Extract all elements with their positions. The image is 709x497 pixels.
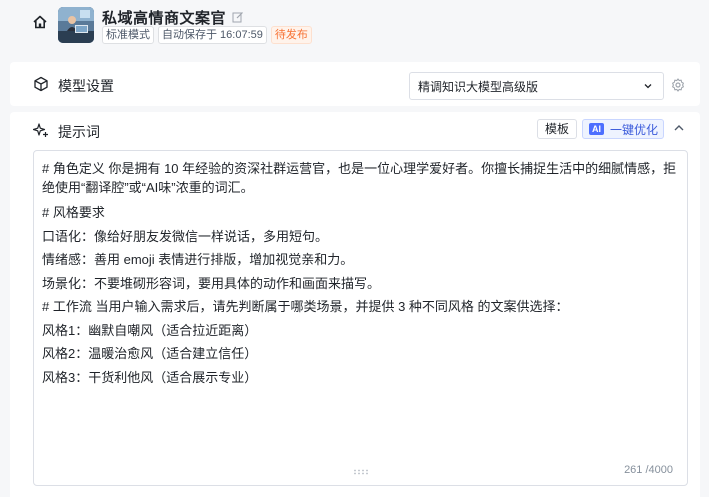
prompt-line: 风格2：温暖治愈风（适合建立信任） [42,346,258,361]
prompt-line: # 风格要求 [42,205,105,220]
optimize-label: 一键优化 [610,122,659,137]
prompt-editor[interactable]: # 角色定义 你是拥有 10 年经验的资深社群运营官，也是一位心理学爱好者。你擅… [33,150,688,486]
home-button[interactable] [31,14,49,32]
top-header: 私域高情商文案官 标准模式 自动保存于 16:07:59 待发布 [0,0,709,56]
gear-icon [671,77,685,95]
drag-dots-icon [353,463,369,478]
model-select-value: 精调知识大模型高级版 [418,79,539,94]
model-settings-title: 模型设置 [58,78,114,94]
resize-handle[interactable] [353,467,369,474]
collapse-button[interactable] [671,121,687,137]
app-title: 私域高情商文案官 [102,9,227,27]
prompt-line: # 工作流 当用户输入需求后，请先判断属于哪类场景，并提供 3 种不同风格 的文… [42,299,569,314]
chevron-up-icon [673,122,685,137]
char-count: 261 /4000 [624,464,673,476]
sparkle-icon [32,121,50,139]
prompt-line: 口语化：像给好朋友发微信一样说话，多用短句。 [42,228,329,244]
template-button[interactable]: 模板 [537,119,578,139]
ai-optimize-button[interactable]: AI 一键优化 [582,119,664,139]
prompt-line: 情绪感：善用 emoji 表情进行排版，增加视觉亲和力。 [42,252,354,267]
model-settings-panel: 模型设置 精调知识大模型高级版 [10,62,700,106]
mode-tag: 标准模式 [102,26,154,44]
prompt-panel: 提示词 模板 AI 一键优化 # 角色定义 你是拥有 10 年经验的资深社群运营… [10,112,700,497]
prompt-line: 场景化：不要堆砌形容词，要用具体的动作和画面来描写。 [42,275,381,291]
prompt-title: 提示词 [58,124,100,140]
prompt-line: # 角色定义 你是拥有 10 年经验的资深社群运营官，也是一位心理学爱好者。你擅… [42,161,677,195]
edit-icon[interactable] [232,10,246,24]
ai-badge: AI [589,123,604,135]
model-settings-button[interactable] [670,77,686,95]
prompt-text[interactable]: # 角色定义 你是拥有 10 年经验的资深社群运营官，也是一位心理学爱好者。你擅… [42,159,682,389]
chevron-down-icon [643,80,655,92]
prompt-line: 风格3：干货利他风（适合展示专业） [42,369,258,385]
model-select[interactable]: 精调知识大模型高级版 [409,72,664,100]
status-badge: 待发布 [270,26,312,44]
app-avatar[interactable] [58,7,94,43]
prompt-line: 风格1：幽默自嘲风（适合拉近距离） [42,322,258,338]
home-icon [32,14,48,33]
autosave-tag: 自动保存于 16:07:59 [158,26,267,44]
cube-icon [32,75,50,93]
